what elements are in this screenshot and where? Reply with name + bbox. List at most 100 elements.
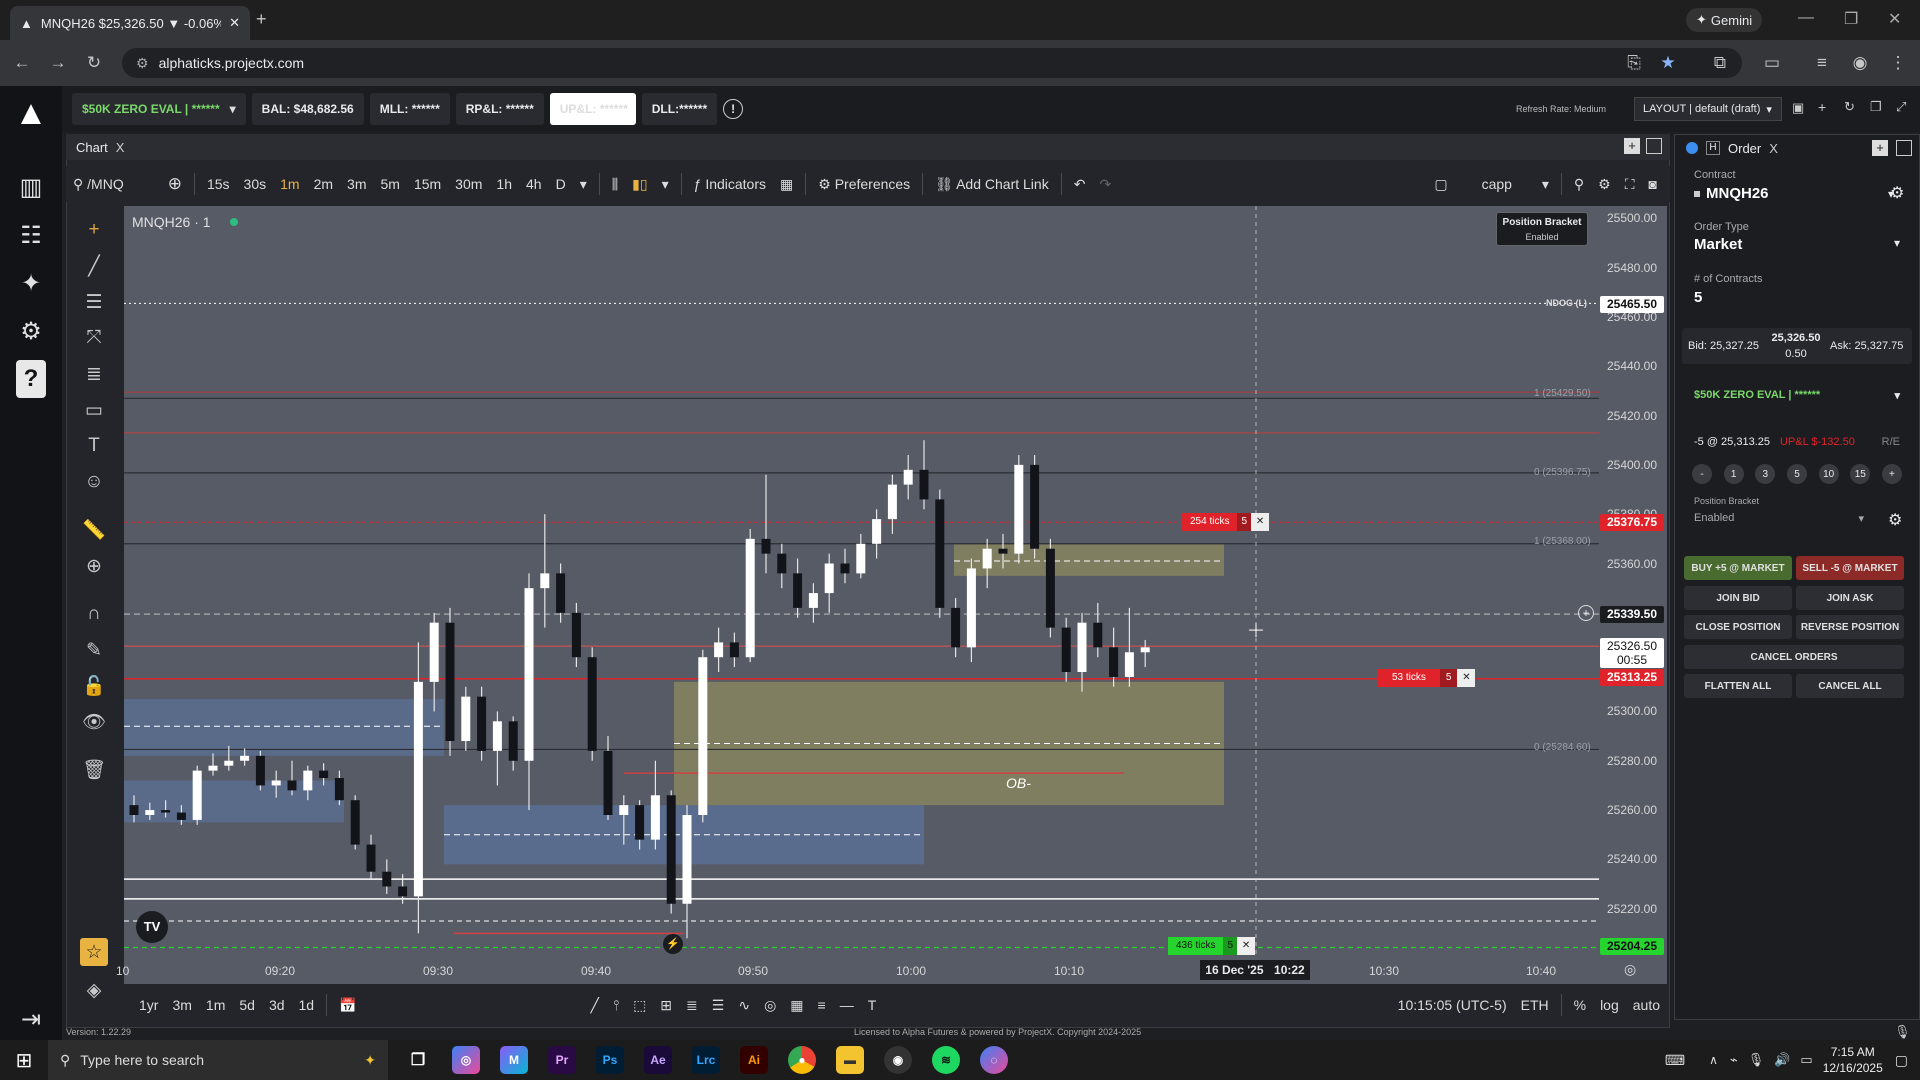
logo-icon[interactable]: ▲: [10, 94, 52, 134]
quick-qty-button[interactable]: 5: [1786, 464, 1807, 484]
m365-icon[interactable]: M: [500, 1046, 528, 1074]
browser-tab[interactable]: ▲ MNQH26 $25,326.50 ▼ -0.06% ✕: [10, 6, 250, 40]
messenger-icon[interactable]: ◌: [980, 1046, 1008, 1074]
close-position-button[interactable]: CLOSE POSITION: [1684, 615, 1792, 639]
range-1d[interactable]: 1d: [292, 997, 322, 1013]
interval-4h[interactable]: 4h: [519, 176, 549, 192]
bracket-settings-icon[interactable]: ⚙: [1888, 510, 1902, 530]
reverse-position-button[interactable]: REVERSE POSITION: [1796, 615, 1904, 639]
preferences-button[interactable]: ⚙ Preferences: [811, 176, 917, 193]
indicators-button[interactable]: ƒ Indicators: [687, 176, 773, 192]
community-icon[interactable]: ☷: [10, 216, 52, 254]
zoom-search-icon[interactable]: ⚲: [1567, 176, 1591, 193]
wave-icon[interactable]: ∿: [731, 997, 757, 1014]
restore-button[interactable]: ❐: [1844, 9, 1858, 29]
bar-replay-icon[interactable]: ⫼: [605, 176, 625, 193]
circle-icon[interactable]: ◎: [757, 997, 783, 1014]
close-chart-icon[interactable]: X: [116, 140, 125, 155]
text-icon[interactable]: T: [78, 430, 110, 462]
zoom-in-icon[interactable]: ⊕: [78, 550, 110, 582]
pitchfork-icon[interactable]: ⫯: [606, 997, 626, 1014]
quick-qty-button[interactable]: -: [1692, 464, 1712, 484]
notifications-icon[interactable]: ▢: [1895, 1052, 1908, 1069]
join-ask-button[interactable]: JOIN ASK: [1796, 586, 1904, 610]
premiere-icon[interactable]: Pr: [548, 1046, 576, 1074]
eye-icon[interactable]: 👁: [78, 706, 110, 738]
keyboard-icon[interactable]: ⌨: [1665, 1052, 1685, 1069]
parallel-icon[interactable]: ≡: [811, 997, 833, 1013]
add-panel-icon[interactable]: +: [1872, 140, 1888, 156]
site-info-icon[interactable]: ⚙: [136, 55, 149, 72]
crosshair-icon[interactable]: +: [78, 214, 110, 246]
cancel-all-button[interactable]: CANCEL ALL: [1796, 674, 1904, 698]
network-icon[interactable]: ⌁: [1730, 1052, 1738, 1068]
tray-chevron-icon[interactable]: ∧: [1709, 1053, 1718, 1067]
trade-account-select[interactable]: $50K ZERO EVAL | ****** ▾: [1694, 389, 1900, 402]
interval-dropdown-icon[interactable]: ▾: [573, 176, 594, 193]
browser-menu-icon[interactable]: ⋮: [1884, 49, 1912, 77]
screenshot-icon[interactable]: ◙: [1642, 176, 1664, 192]
date-range-icon[interactable]: 📅: [332, 997, 363, 1014]
add-panel-icon[interactable]: +: [1624, 138, 1640, 154]
file-explorer-icon[interactable]: ▬: [836, 1046, 864, 1074]
join-bid-button[interactable]: JOIN BID: [1684, 586, 1792, 610]
bid-button[interactable]: Bid: 25,327.25: [1688, 340, 1759, 352]
taskbar-search[interactable]: ⚲ Type here to search ✦: [48, 1040, 388, 1080]
sell-market-button[interactable]: SELL -5 @ MARKET: [1796, 556, 1904, 580]
layout-select[interactable]: LAYOUT | default (draft) ▾: [1634, 97, 1782, 121]
bracket-select[interactable]: Enabled ▾: [1694, 512, 1864, 525]
info-icon[interactable]: !: [723, 99, 744, 119]
task-view-icon[interactable]: ❐: [404, 1046, 432, 1074]
cancel-order-icon[interactable]: ✕: [1251, 513, 1270, 531]
redo-icon[interactable]: ↷: [1092, 176, 1118, 193]
chart-settings-icon[interactable]: ⚙: [1591, 176, 1618, 193]
chart-type-dropdown-icon[interactable]: ▾: [655, 176, 676, 193]
illustrator-icon[interactable]: Ai: [740, 1046, 768, 1074]
quick-qty-button[interactable]: 1: [1723, 464, 1744, 484]
minimize-button[interactable]: —: [1798, 9, 1814, 27]
chrome-icon[interactable]: ●: [788, 1046, 816, 1074]
order-type-select[interactable]: Market ▾: [1694, 236, 1900, 253]
add-layout-icon[interactable]: +: [1818, 99, 1826, 115]
trading-icon[interactable]: ▥: [10, 168, 52, 206]
upl-chip[interactable]: UP&L: ******: [549, 93, 636, 125]
text-tool-icon[interactable]: T: [861, 997, 884, 1013]
table-icon[interactable]: ▦: [783, 997, 810, 1014]
range-3d[interactable]: 3d: [262, 997, 292, 1013]
help-icon[interactable]: ?: [16, 360, 46, 398]
volume-icon[interactable]: 🔊: [1774, 1052, 1790, 1068]
templates-icon[interactable]: ▦: [773, 176, 800, 193]
quick-qty-button[interactable]: 15: [1850, 464, 1871, 484]
range-3m[interactable]: 3m: [165, 997, 198, 1013]
mic-icon[interactable]: 🎙: [1894, 1024, 1911, 1040]
candle-type-icon[interactable]: ▮▯: [625, 176, 654, 193]
emoji-icon[interactable]: ☺: [78, 466, 110, 498]
symbol-search[interactable]: ⚲ /MNQ: [66, 176, 131, 193]
interval-1m[interactable]: 1m: [273, 176, 306, 192]
interval-30m[interactable]: 30m: [448, 176, 489, 192]
analytics-icon[interactable]: ✦: [10, 264, 52, 302]
pattern-icon[interactable]: ⤧: [78, 322, 110, 354]
range-5d[interactable]: 5d: [232, 997, 262, 1013]
contracts-input[interactable]: 5: [1694, 289, 1702, 306]
interval-15s[interactable]: 15s: [200, 176, 237, 192]
trash-icon[interactable]: 🗑: [78, 754, 110, 786]
undo-icon[interactable]: ↶: [1067, 176, 1093, 193]
settings-gear-icon[interactable]: ⚙: [10, 312, 52, 350]
profile-avatar[interactable]: ◉: [1846, 49, 1874, 77]
interval-15m[interactable]: 15m: [407, 176, 448, 192]
rectangle-icon[interactable]: ▭: [78, 394, 110, 426]
layout-box-icon[interactable]: ▢: [1427, 176, 1454, 193]
close-position-icon[interactable]: ✕: [1457, 669, 1476, 687]
target-order-tag[interactable]: 436 ticks 5 ✕: [1168, 937, 1256, 955]
cancel-orders-button[interactable]: CANCEL ORDERS: [1684, 645, 1904, 669]
lightning-icon[interactable]: ⚡: [663, 934, 683, 954]
interval-2m[interactable]: 2m: [307, 176, 340, 192]
add-alert-icon[interactable]: +: [1578, 605, 1594, 621]
chart-plot-area[interactable]: [124, 206, 1599, 958]
lines-icon[interactable]: ☰: [705, 997, 732, 1014]
install-icon[interactable]: ⎘: [1620, 49, 1648, 77]
interval-30s[interactable]: 30s: [237, 176, 274, 192]
fullscreen-chart-icon[interactable]: ⛶: [1618, 176, 1642, 193]
hline-icon[interactable]: —: [833, 997, 861, 1013]
